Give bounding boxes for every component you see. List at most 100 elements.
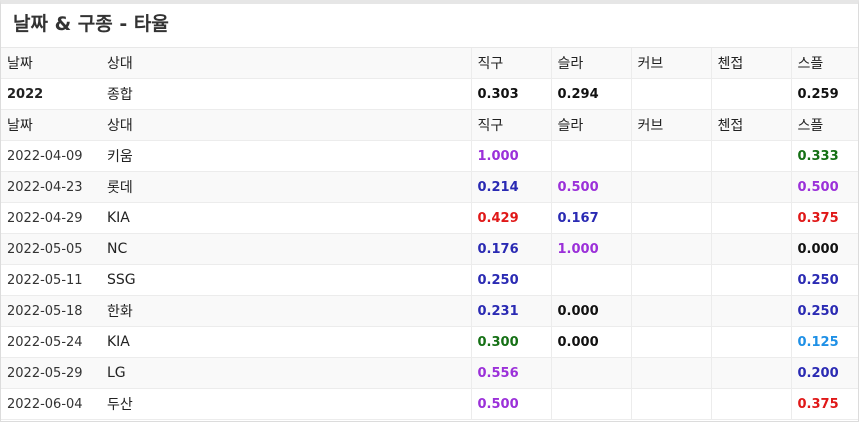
table-row: 2022-05-05 NC 0.176 1.000 0.000: [1, 233, 858, 265]
avg-slider: [550, 264, 631, 296]
avg-splitter: 0.500: [790, 171, 858, 203]
panel-title: 날짜 & 구종 - 타율: [1, 4, 858, 48]
avg-curve: [630, 140, 711, 172]
table-row: 2022-05-29 LG 0.556 0.200: [1, 357, 858, 389]
table-row: 2022-05-24 KIA 0.300 0.000 0.125: [1, 326, 858, 358]
avg-changeup: [710, 295, 791, 327]
avg-slider: 0.167: [550, 202, 631, 234]
avg-curve: [630, 326, 711, 358]
opponent-name: 키움: [101, 140, 471, 172]
avg-changeup: [710, 357, 791, 389]
avg-curve: [630, 171, 711, 203]
table-row: 2022-04-23 롯데 0.214 0.500 0.500: [1, 171, 858, 203]
header-fastball[interactable]: 직구: [470, 48, 551, 79]
header-slider[interactable]: 슬라: [550, 48, 631, 79]
avg-curve: [630, 295, 711, 327]
header-row: 날짜 상대 직구 슬라 커브 첸접 스플: [1, 48, 858, 79]
header-changeup: 첸접: [710, 109, 791, 141]
avg-changeup: [710, 233, 791, 265]
avg-changeup: [710, 140, 791, 172]
header-date[interactable]: 날짜: [1, 48, 101, 79]
game-date: 2022-04-23: [1, 171, 101, 203]
avg-changeup: [710, 326, 791, 358]
opponent-name: 두산: [101, 388, 471, 420]
avg-curve: [630, 233, 711, 265]
avg-changeup: [710, 264, 791, 296]
summary-slider: 0.294: [550, 78, 631, 110]
avg-slider: 1.000: [550, 233, 631, 265]
avg-splitter: 0.200: [790, 357, 858, 389]
game-date: 2022-05-18: [1, 295, 101, 327]
opponent-name: 롯데: [101, 171, 471, 203]
avg-fastball: 0.300: [470, 326, 551, 358]
summary-label: 종합: [101, 78, 471, 110]
header-splitter: 스플: [790, 109, 858, 141]
opponent-name: 한화: [101, 295, 471, 327]
header-fastball: 직구: [470, 109, 551, 141]
avg-fastball: 0.231: [470, 295, 551, 327]
game-date: 2022-05-11: [1, 264, 101, 296]
game-date: 2022-05-29: [1, 357, 101, 389]
avg-curve: [630, 264, 711, 296]
header-row-repeat: 날짜 상대 직구 슬라 커브 첸접 스플: [1, 109, 858, 141]
avg-splitter: 0.000: [790, 233, 858, 265]
opponent-name: LG: [101, 357, 471, 389]
avg-fastball: 0.250: [470, 264, 551, 296]
avg-splitter: 0.375: [790, 388, 858, 420]
header-curve[interactable]: 커브: [630, 48, 711, 79]
table-row: 2022-05-18 한화 0.231 0.000 0.250: [1, 295, 858, 327]
header-curve: 커브: [630, 109, 711, 141]
summary-changeup: [710, 78, 791, 110]
avg-slider: [550, 140, 631, 172]
game-date: 2022-04-29: [1, 202, 101, 234]
avg-splitter: 0.125: [790, 326, 858, 358]
table-row: 2022-06-04 두산 0.500 0.375: [1, 388, 858, 420]
game-rows: 2022-04-09 키움 1.000 0.333 2022-04-23 롯데 0.214 0…: [1, 140, 858, 420]
summary-fastball: 0.303: [470, 78, 551, 110]
header-date: 날짜: [1, 109, 101, 141]
avg-splitter: 0.375: [790, 202, 858, 234]
avg-slider: [550, 388, 631, 420]
game-date: 2022-04-09: [1, 140, 101, 172]
avg-slider: [550, 357, 631, 389]
avg-changeup: [710, 388, 791, 420]
avg-slider: 0.500: [550, 171, 631, 203]
header-changeup[interactable]: 첸접: [710, 48, 791, 79]
opponent-name: KIA: [101, 202, 471, 234]
avg-curve: [630, 388, 711, 420]
avg-changeup: [710, 202, 791, 234]
summary-splitter: 0.259: [790, 78, 858, 110]
avg-splitter: 0.250: [790, 295, 858, 327]
opponent-name: NC: [101, 233, 471, 265]
avg-slider: 0.000: [550, 326, 631, 358]
avg-fastball: 0.176: [470, 233, 551, 265]
stats-table: 날짜 상대 직구 슬라 커브 첸접 스플 2022 종합 0.303 0.294…: [1, 48, 858, 420]
table-row: 2022-04-29 KIA 0.429 0.167 0.375: [1, 202, 858, 234]
game-date: 2022-05-05: [1, 233, 101, 265]
table-row: 2022-05-11 SSG 0.250 0.250: [1, 264, 858, 296]
avg-changeup: [710, 171, 791, 203]
summary-row: 2022 종합 0.303 0.294 0.259: [1, 78, 858, 110]
avg-fastball: 1.000: [470, 140, 551, 172]
stats-panel: 날짜 & 구종 - 타율 날짜 상대 직구 슬라 커브 첸접 스플 2022 종…: [0, 0, 859, 422]
header-slider: 슬라: [550, 109, 631, 141]
avg-splitter: 0.250: [790, 264, 858, 296]
header-opponent: 상대: [101, 109, 471, 141]
header-splitter[interactable]: 스플: [790, 48, 858, 79]
summary-year: 2022: [1, 78, 101, 110]
table-row: 2022-04-09 키움 1.000 0.333: [1, 140, 858, 172]
avg-fastball: 0.500: [470, 388, 551, 420]
opponent-name: KIA: [101, 326, 471, 358]
avg-fastball: 0.429: [470, 202, 551, 234]
opponent-name: SSG: [101, 264, 471, 296]
summary-curve: [630, 78, 711, 110]
game-date: 2022-06-04: [1, 388, 101, 420]
avg-splitter: 0.333: [790, 140, 858, 172]
avg-slider: 0.000: [550, 295, 631, 327]
avg-fastball: 0.556: [470, 357, 551, 389]
header-opponent[interactable]: 상대: [101, 48, 471, 79]
avg-curve: [630, 202, 711, 234]
game-date: 2022-05-24: [1, 326, 101, 358]
avg-curve: [630, 357, 711, 389]
avg-fastball: 0.214: [470, 171, 551, 203]
